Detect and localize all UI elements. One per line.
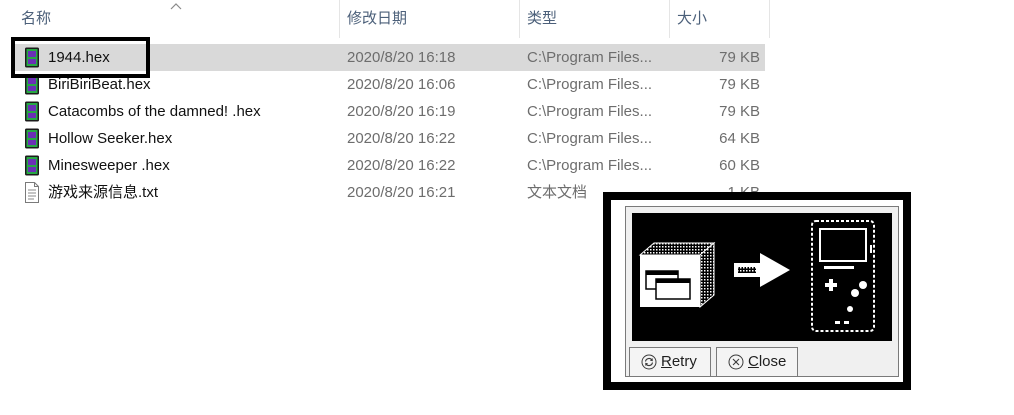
- selection-highlight-frame: [11, 37, 150, 78]
- column-name-label: 名称: [21, 10, 52, 27]
- text-file-icon: [25, 182, 39, 203]
- sort-ascending-icon: [170, 3, 182, 10]
- file-row[interactable]: Catacombs of the damned! .hex 2020/8/20 …: [14, 98, 765, 125]
- column-divider[interactable]: [769, 0, 770, 38]
- column-date-label: 修改日期: [347, 10, 408, 27]
- file-date: 2020/8/20 16:06: [347, 76, 456, 93]
- hex-cartridge-icon: [25, 155, 39, 176]
- column-size-header[interactable]: 大小: [677, 0, 769, 38]
- file-date: 2020/8/20 16:18: [347, 49, 456, 66]
- file-size: 79 KB: [719, 103, 760, 120]
- file-size: 79 KB: [719, 76, 760, 93]
- column-type-header[interactable]: 类型: [527, 0, 670, 38]
- file-size: 64 KB: [719, 130, 760, 147]
- transfer-dialog: Retry Close: [603, 192, 911, 390]
- file-type: C:\Program Files...: [527, 49, 653, 66]
- file-type: C:\Program Files...: [527, 76, 653, 93]
- column-size-label: 大小: [677, 10, 708, 27]
- dialog-body: Retry Close: [611, 200, 903, 382]
- column-type-label: 类型: [527, 10, 558, 27]
- file-date: 2020/8/20 16:21: [347, 184, 456, 201]
- file-date: 2020/8/20 16:19: [347, 103, 456, 120]
- file-name: Minesweeper .hex: [48, 157, 170, 174]
- retry-icon: [641, 354, 657, 370]
- close-label: Close: [748, 353, 787, 370]
- file-type: C:\Program Files...: [527, 130, 653, 147]
- column-divider[interactable]: [339, 0, 340, 38]
- file-type: C:\Program Files...: [527, 103, 653, 120]
- file-size: 79 KB: [719, 49, 760, 66]
- file-date: 2020/8/20 16:22: [347, 157, 456, 174]
- retry-label: Retry: [661, 353, 697, 370]
- dialog-frame: Retry Close: [625, 206, 899, 377]
- column-date-header[interactable]: 修改日期: [347, 0, 519, 38]
- column-divider[interactable]: [669, 0, 670, 38]
- file-row[interactable]: Minesweeper .hex 2020/8/20 16:22 C:\Prog…: [14, 152, 765, 179]
- file-date: 2020/8/20 16:22: [347, 130, 456, 147]
- file-name: Catacombs of the damned! .hex: [48, 103, 261, 120]
- hex-cartridge-icon: [25, 128, 39, 149]
- file-type: C:\Program Files...: [527, 157, 653, 174]
- file-name: Hollow Seeker.hex: [48, 130, 173, 147]
- file-size: 60 KB: [719, 157, 760, 174]
- column-header: 名称 修改日期 类型 大小: [0, 0, 770, 38]
- file-type: 文本文档: [527, 184, 588, 201]
- hex-cartridge-icon: [25, 101, 39, 122]
- file-row[interactable]: Hollow Seeker.hex 2020/8/20 16:22 C:\Pro…: [14, 125, 765, 152]
- close-icon: [728, 354, 744, 370]
- close-button[interactable]: Close: [716, 347, 798, 377]
- transfer-illustration: [632, 213, 892, 341]
- computer-to-console-icon: [638, 220, 875, 332]
- retry-button[interactable]: Retry: [629, 347, 711, 377]
- file-name: 游戏来源信息.txt: [48, 184, 159, 201]
- column-divider[interactable]: [519, 0, 520, 38]
